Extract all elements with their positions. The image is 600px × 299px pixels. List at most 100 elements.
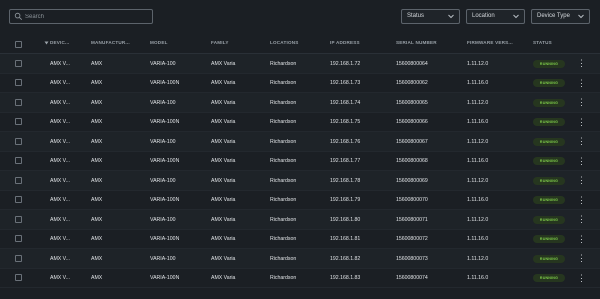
kebab-menu-icon[interactable]: ⋮: [577, 136, 586, 147]
cell-firmware-version: 1.11.16.0: [467, 197, 489, 203]
cell-ip-address: 192.168.1.78: [330, 177, 361, 184]
cell-family: AMX Varia: [211, 236, 236, 242]
cell-family: AMX Varia: [211, 119, 236, 125]
kebab-menu-icon[interactable]: ⋮: [577, 253, 586, 264]
table-row[interactable]: AMX V... AMX VARIA-100N AMX Varia Richardson…: [0, 151, 600, 171]
cell-manufacturer: AMX: [91, 236, 103, 242]
row-checkbox[interactable]: [15, 137, 22, 145]
table-body: AMX V... AMX VARIA-100 AMX Varia Richardson 1…: [0, 54, 600, 288]
kebab-menu-icon[interactable]: ⋮: [577, 97, 586, 108]
column-header-serial-number[interactable]: SERIAL NUMBER: [396, 40, 437, 45]
column-header-model[interactable]: MODEL: [150, 40, 168, 45]
cell-firmware-version: 1.11.16.0: [467, 158, 489, 164]
cell-location: Richardson: [270, 255, 297, 262]
cell-device: AMX V...: [50, 119, 70, 125]
kebab-menu-icon[interactable]: ⋮: [577, 58, 586, 69]
cell-location: Richardson: [270, 138, 297, 145]
table-row[interactable]: AMX V... AMX VARIA-100 AMX Varia Richardson 1…: [0, 93, 600, 113]
table-header: DEVIC... MANUFACTUR... MODEL FAMILY LOCA…: [0, 34, 600, 54]
status-filter-select[interactable]: Status: [401, 9, 460, 24]
row-checkbox[interactable]: [15, 118, 22, 125]
column-header-family[interactable]: FAMILY: [211, 40, 229, 45]
kebab-menu-icon[interactable]: ⋮: [577, 156, 586, 167]
cell-device: AMX V...: [50, 216, 70, 223]
status-badge: RUNNING: [533, 79, 565, 87]
cell-manufacturer: AMX: [91, 255, 103, 262]
cell-firmware-version: 1.11.12.0: [467, 99, 489, 106]
column-header-device-label: DEVIC...: [50, 40, 70, 45]
cell-family: AMX Varia: [211, 99, 236, 106]
table-row[interactable]: AMX V... AMX VARIA-100 AMX Varia Richardson 1…: [0, 210, 600, 230]
column-header-status[interactable]: STATUS: [533, 40, 552, 45]
table-row[interactable]: AMX V... AMX VARIA-100 AMX Varia Richardson 1…: [0, 132, 600, 152]
cell-manufacturer: AMX: [91, 177, 103, 184]
kebab-menu-icon[interactable]: ⋮: [577, 175, 586, 186]
cell-ip-address: 192.168.1.80: [330, 216, 361, 223]
cell-location: Richardson: [270, 119, 297, 125]
cell-model: VARIA-100N: [150, 80, 180, 86]
cell-location: Richardson: [270, 236, 297, 242]
kebab-menu-icon[interactable]: ⋮: [577, 78, 586, 89]
cell-location: Richardson: [270, 99, 297, 106]
search-input[interactable]: [25, 10, 150, 23]
row-checkbox[interactable]: [15, 196, 22, 203]
column-header-ip-address[interactable]: IP ADDRESS: [330, 40, 360, 45]
cell-manufacturer: AMX: [91, 60, 103, 67]
kebab-menu-icon[interactable]: ⋮: [577, 214, 586, 225]
cell-model: VARIA-100: [150, 99, 176, 106]
table-row[interactable]: AMX V... AMX VARIA-100N AMX Varia Richardson…: [0, 112, 600, 132]
table-row[interactable]: AMX V... AMX VARIA-100 AMX Varia Richardson 1…: [0, 171, 600, 191]
kebab-menu-icon[interactable]: ⋮: [577, 273, 586, 284]
search-icon: [14, 12, 23, 21]
cell-manufacturer: AMX: [91, 80, 103, 86]
column-header-device[interactable]: DEVIC...: [44, 40, 69, 45]
cell-ip-address: 192.168.1.74: [330, 99, 361, 106]
table-row[interactable]: AMX V... AMX VARIA-100 AMX Varia Richardson 1…: [0, 249, 600, 269]
cell-family: AMX Varia: [211, 138, 236, 145]
select-all-checkbox[interactable]: [15, 41, 22, 48]
cell-location: Richardson: [270, 275, 297, 281]
table-row[interactable]: AMX V... AMX VARIA-100 AMX Varia Richardson 1…: [0, 54, 600, 74]
cell-location: Richardson: [270, 80, 297, 86]
row-checkbox[interactable]: [15, 274, 22, 281]
cell-ip-address: 192.168.1.73: [330, 80, 361, 86]
cell-serial-number: 15600800073: [396, 255, 428, 262]
kebab-menu-icon[interactable]: ⋮: [577, 195, 586, 206]
cell-device: AMX V...: [50, 255, 70, 262]
location-filter-select[interactable]: Location: [466, 9, 525, 24]
row-checkbox[interactable]: [15, 157, 22, 164]
status-badge: RUNNING: [533, 59, 565, 68]
row-checkbox[interactable]: [15, 176, 22, 184]
kebab-menu-icon[interactable]: ⋮: [577, 234, 586, 245]
cell-firmware-version: 1.11.12.0: [467, 255, 489, 262]
status-badge: RUNNING: [533, 118, 565, 126]
cell-model: VARIA-100N: [150, 197, 180, 203]
column-header-firmware-version[interactable]: FIRMWARE VERS...: [467, 40, 513, 45]
row-checkbox[interactable]: [15, 59, 22, 67]
cell-serial-number: 15600800074: [396, 275, 428, 281]
row-checkbox[interactable]: [15, 215, 22, 223]
row-checkbox[interactable]: [15, 79, 22, 86]
chevron-down-icon: [578, 14, 584, 19]
cell-device: AMX V...: [50, 177, 70, 184]
cell-family: AMX Varia: [211, 60, 236, 67]
cell-ip-address: 192.168.1.79: [330, 197, 361, 203]
table-row[interactable]: AMX V... AMX VARIA-100N AMX Varia Richardson…: [0, 190, 600, 210]
table-row[interactable]: AMX V... AMX VARIA-100N AMX Varia Richardson…: [0, 268, 600, 288]
column-header-manufacturer[interactable]: MANUFACTUR...: [91, 40, 130, 45]
device-type-filter-select[interactable]: Device Type: [531, 9, 590, 24]
row-checkbox[interactable]: [15, 98, 22, 106]
column-header-locations[interactable]: LOCATIONS: [270, 40, 299, 45]
row-checkbox[interactable]: [15, 254, 22, 262]
cell-serial-number: 15600800071: [396, 216, 428, 223]
cell-manufacturer: AMX: [91, 99, 103, 106]
cell-ip-address: 192.168.1.81: [330, 236, 361, 242]
table-row[interactable]: AMX V... AMX VARIA-100N AMX Varia Richardson…: [0, 229, 600, 249]
row-checkbox[interactable]: [15, 235, 22, 242]
status-badge: RUNNING: [533, 137, 565, 146]
cell-location: Richardson: [270, 197, 297, 203]
kebab-menu-icon[interactable]: ⋮: [577, 117, 586, 128]
table-row[interactable]: AMX V... AMX VARIA-100N AMX Varia Richardson…: [0, 73, 600, 93]
search-box[interactable]: [9, 9, 153, 24]
cell-serial-number: 15600800072: [396, 236, 428, 242]
